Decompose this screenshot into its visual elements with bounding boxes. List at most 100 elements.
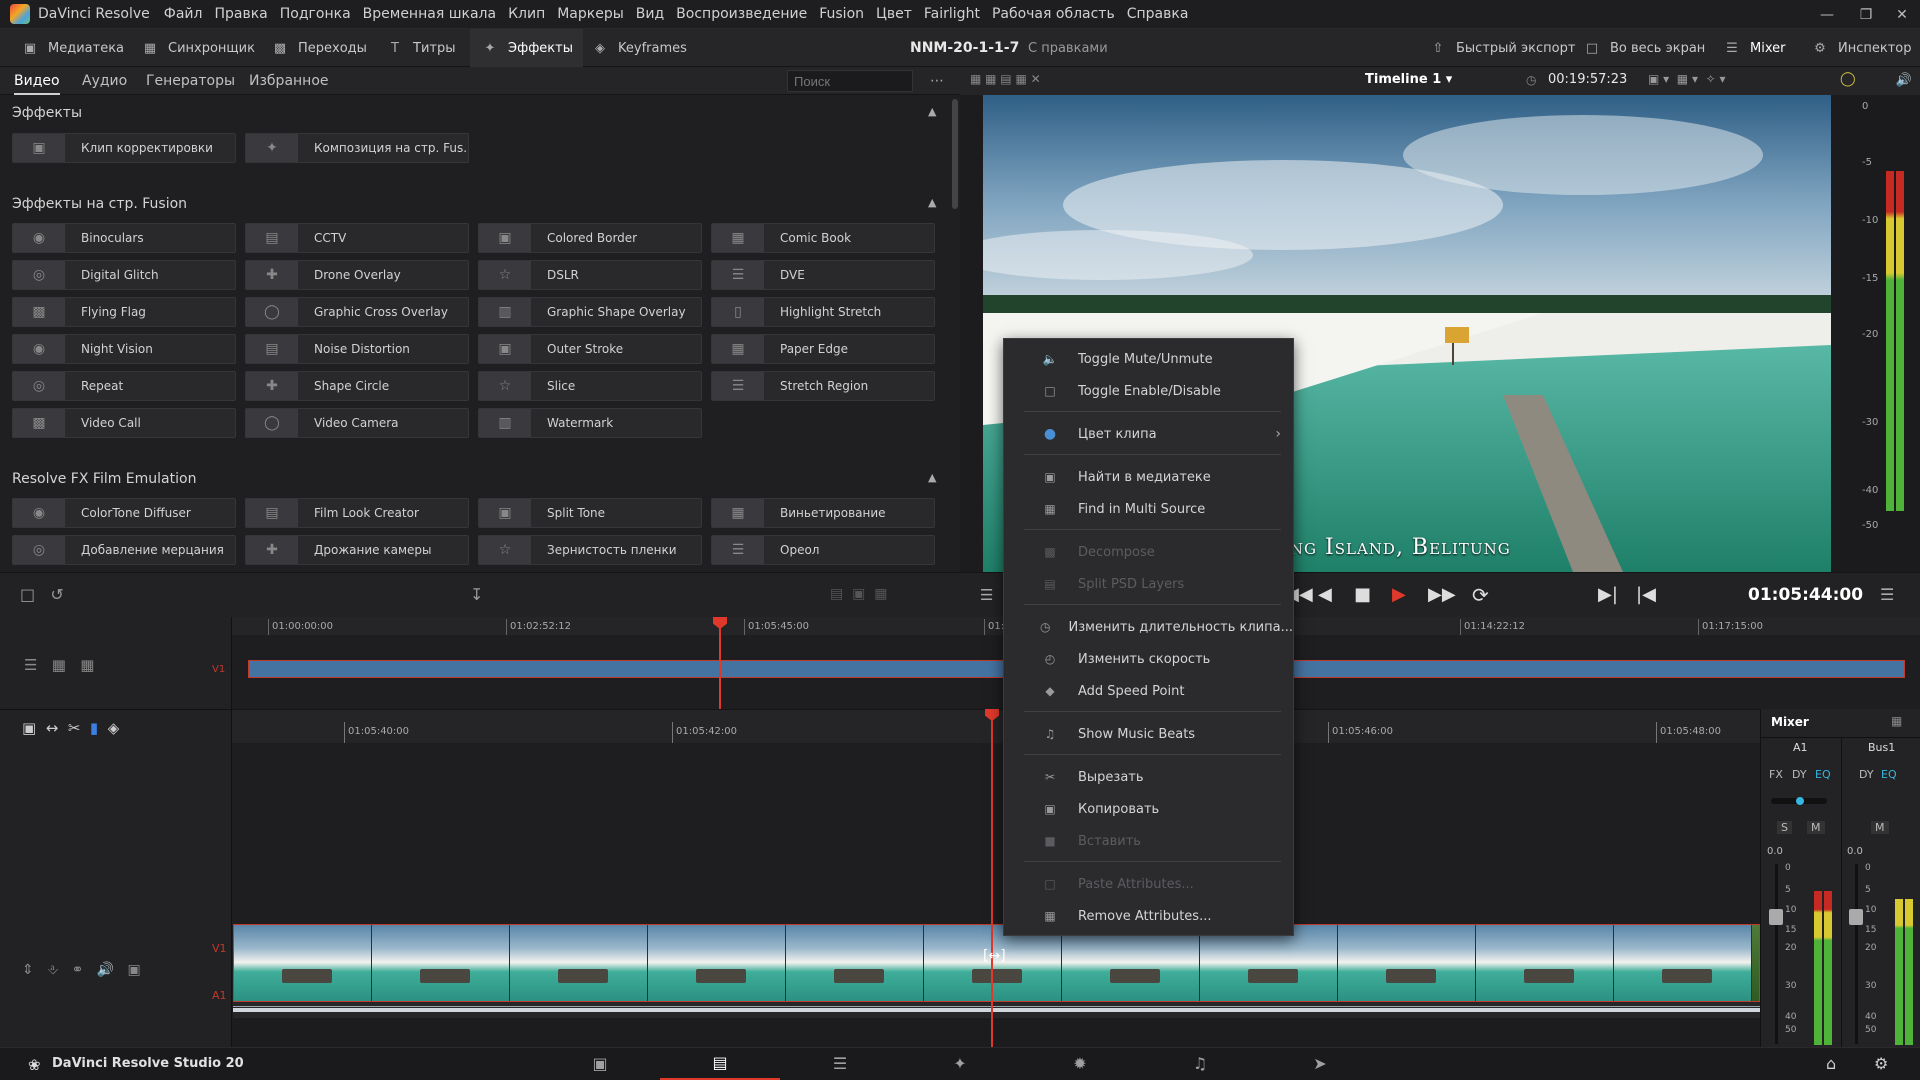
media-pool-button[interactable]: ▣ Медиатека (20, 29, 124, 67)
effect-card[interactable]: ▤ CCTV (245, 223, 469, 253)
effect-card[interactable]: ◉ ColorTone Diffuser (12, 498, 236, 528)
effect-card[interactable]: ☆ Зернистость пленки (478, 535, 702, 565)
context-menu-item[interactable]: ▣ Найти в медиатеке (1004, 461, 1293, 493)
edit-mode-icon[interactable]: ▤ ▣ ▦ (830, 586, 887, 602)
sync-button[interactable]: ▦ Синхронщик (140, 29, 255, 67)
more-options-icon[interactable]: ⋯ (930, 67, 944, 95)
effects-scrollbar[interactable] (950, 95, 960, 572)
next-clip-icon[interactable]: ▶| (1598, 584, 1618, 605)
overview-playhead[interactable] (719, 617, 721, 709)
menu-trim[interactable]: Подгонка (274, 6, 357, 22)
playhead[interactable] (991, 709, 993, 1047)
effect-card[interactable]: ▤ Noise Distortion (245, 334, 469, 364)
effect-card[interactable]: ◉ Night Vision (12, 334, 236, 364)
a1-fader[interactable] (1769, 909, 1783, 925)
collapse-icon[interactable]: ▲ (928, 196, 936, 209)
quick-export-button[interactable]: ⇧ Быстрый экспорт (1428, 29, 1576, 67)
timeline-tool-icons[interactable]: ▣ ↔ ✂ ▮ ◈ (22, 719, 119, 737)
bus1-fader[interactable] (1849, 909, 1863, 925)
snap-icon[interactable]: □ ↺ (20, 585, 64, 604)
menu-fusion[interactable]: Fusion (813, 6, 870, 22)
transitions-button[interactable]: ▩ Переходы (270, 29, 367, 67)
context-menu-item[interactable]: ✂ Вырезать (1004, 761, 1293, 793)
pan-slider[interactable] (1771, 797, 1827, 805)
tab-video[interactable]: Видео (14, 67, 60, 95)
context-menu-item[interactable]: □ Toggle Enable/Disable (1004, 375, 1293, 407)
tab-audio[interactable]: Аудио (82, 67, 127, 95)
tab-generators[interactable]: Генераторы (146, 67, 235, 95)
context-menu-item[interactable]: ▣ Копировать (1004, 793, 1293, 825)
keyframes-button[interactable]: ◈ Keyframes (590, 29, 687, 67)
effect-card[interactable]: ✦ Композиция на стр. Fus... (245, 133, 469, 163)
effect-card[interactable]: ◯ Graphic Cross Overlay (245, 297, 469, 327)
titles-button[interactable]: T Титры (385, 29, 455, 67)
menu-view[interactable]: Вид (630, 6, 670, 22)
effect-card[interactable]: ☆ DSLR (478, 260, 702, 290)
timeline-name[interactable]: Timeline 1 ▾ (1365, 72, 1452, 87)
eq-button[interactable]: EQ (1815, 768, 1831, 781)
prev-clip-icon[interactable]: |◀ (1636, 584, 1656, 605)
collapse-icon[interactable]: ▲ (928, 471, 936, 484)
collapse-icon[interactable]: ▲ (928, 105, 936, 118)
context-menu-item[interactable]: ♫ Show Music Beats (1004, 718, 1293, 750)
effect-card[interactable]: ▣ Split Tone (478, 498, 702, 528)
menu-icon[interactable]: ☰ (1880, 585, 1894, 604)
viewer-layout-icon[interactable]: ▦ ▦ ▤ ▦ ✕ (970, 72, 1041, 86)
edit-page-icon[interactable]: ☰ (780, 1047, 900, 1080)
context-menu-item[interactable]: ◆ Add Speed Point (1004, 675, 1293, 707)
scrollbar-thumb[interactable] (952, 99, 958, 209)
effect-card[interactable]: ◯ Video Camera (245, 408, 469, 438)
solo-button[interactable]: S (1777, 821, 1792, 834)
effect-card[interactable]: ✚ Drone Overlay (245, 260, 469, 290)
cut-page-icon[interactable]: ▤ (660, 1047, 780, 1080)
effect-card[interactable]: ◎ Добавление мерцания (12, 535, 236, 565)
play-reverse-icon[interactable]: ◀ (1318, 584, 1332, 605)
search-input[interactable] (787, 70, 913, 92)
effect-card[interactable]: ▣ Colored Border (478, 223, 702, 253)
menu-markers[interactable]: Маркеры (551, 6, 630, 22)
bus-mute-button[interactable]: M (1871, 821, 1889, 834)
effect-card[interactable]: ▩ Video Call (12, 408, 236, 438)
media-page-icon[interactable]: ▣ (540, 1047, 660, 1080)
bus-eq-button[interactable]: EQ (1881, 768, 1897, 781)
effect-card[interactable]: ☆ Slice (478, 371, 702, 401)
menu-edit[interactable]: Правка (208, 6, 273, 22)
mixer-options-icon[interactable]: ▦ (1891, 714, 1902, 728)
effect-card[interactable]: ▣ Клип корректировки (12, 133, 236, 163)
effect-card[interactable]: ◉ Binoculars (12, 223, 236, 253)
fx-button[interactable]: FX (1769, 768, 1783, 781)
inspector-button[interactable]: ⚙ Инспектор (1810, 29, 1911, 67)
volume-icon[interactable]: 🔊 (1888, 67, 1920, 95)
effect-card[interactable]: ▣ Outer Stroke (478, 334, 702, 364)
settings-gear-icon[interactable]: ⚙ (1874, 1054, 1888, 1073)
effect-card[interactable]: ▥ Graphic Shape Overlay (478, 297, 702, 327)
menu-file[interactable]: Файл (158, 6, 209, 22)
color-scope-icon[interactable]: ◯ (1840, 71, 1856, 87)
effect-card[interactable]: ▦ Paper Edge (711, 334, 935, 364)
effect-card[interactable]: ☰ Ореол (711, 535, 935, 565)
context-menu-item[interactable]: ● Цвет клипа › (1004, 418, 1293, 450)
fast-forward-icon[interactable]: ▶▶ (1428, 584, 1456, 605)
effect-card[interactable]: ▯ Highlight Stretch (711, 297, 935, 327)
deliver-page-icon[interactable]: ➤ (1260, 1047, 1380, 1080)
effects-button[interactable]: ✦ Эффекты (470, 29, 583, 67)
effect-card[interactable]: ☰ DVE (711, 260, 935, 290)
context-menu-item[interactable]: ◴ Изменить скорость (1004, 643, 1293, 675)
menu-timeline[interactable]: Временная шкала (357, 6, 502, 22)
timeline-options-icon[interactable]: ☰ (980, 586, 993, 604)
stop-icon[interactable]: ■ (1354, 584, 1371, 605)
minimize-icon[interactable]: — (1805, 0, 1849, 29)
home-icon[interactable]: ⌂ (1826, 1054, 1836, 1073)
context-menu-item[interactable]: ▦ Remove Attributes... (1004, 900, 1293, 932)
effect-card[interactable]: ▩ Flying Flag (12, 297, 236, 327)
effect-card[interactable]: ✚ Shape Circle (245, 371, 469, 401)
menu-fairlight[interactable]: Fairlight (918, 6, 986, 22)
track-tools-icon[interactable]: ☰ ▦ ▦ (24, 656, 94, 674)
track-controls-icon[interactable]: ⇕ ⎀ ⚭ 🔊 ▣ (22, 962, 141, 978)
fullscreen-button[interactable]: □ Во весь экран (1582, 29, 1705, 67)
bus-dy-button[interactable]: DY (1859, 768, 1874, 781)
fusion-page-icon[interactable]: ✦ (900, 1047, 1020, 1080)
color-page-icon[interactable]: ✹ (1020, 1047, 1140, 1080)
menu-color[interactable]: Цвет (870, 6, 918, 22)
effect-card[interactable]: ◎ Digital Glitch (12, 260, 236, 290)
